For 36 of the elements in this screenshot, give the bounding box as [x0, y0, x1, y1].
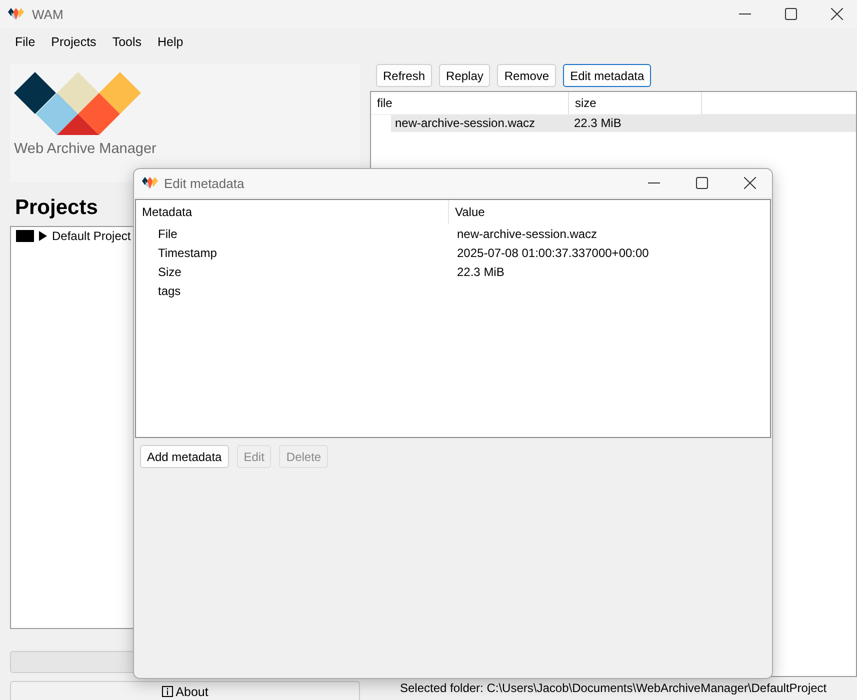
window-title: WAM [32, 6, 64, 22]
app-logo-icon [8, 6, 24, 22]
close-icon[interactable] [744, 177, 756, 189]
about-button[interactable]: About [10, 681, 360, 700]
dialog-title: Edit metadata [164, 176, 246, 190]
table-cell-text: File [157, 226, 178, 240]
toolbar-button[interactable]: Edit metadata [563, 64, 652, 87]
table-cell-text: Timestamp [157, 246, 218, 260]
table-cell: 2025-07-08 01:00:37.337000+00:00 [457, 246, 649, 260]
collapsed-arrow-icon[interactable] [38, 231, 48, 241]
app-name: Web Archive Manager [14, 141, 158, 157]
tree-item[interactable]: Default Project [52, 229, 131, 243]
table-cell-text: new-archive-session.wacz [394, 116, 536, 130]
table-cell-text: 22.3 MiB [573, 116, 622, 130]
table-cell: new-archive-session.wacz [457, 226, 598, 240]
toolbar-button[interactable]: Replay [439, 64, 490, 87]
status-text: Selected folder: C:\Users\Jacob\Documents\WebArchiveManager\DefaultProject [399, 680, 828, 695]
menu-item[interactable]: File [7, 35, 44, 49]
menu-item[interactable]: Projects [43, 35, 104, 49]
table-cell-text: Size [157, 264, 182, 278]
toolbar-button[interactable]: Refresh [376, 64, 432, 87]
close-icon[interactable] [831, 8, 843, 20]
dialog-button[interactable]: Add metadata [140, 445, 229, 468]
menu-item[interactable]: Tools [104, 35, 150, 49]
info-icon [162, 686, 173, 697]
toolbar-button[interactable]: Remove [497, 64, 556, 87]
table-cell: 22.3 MiB [457, 264, 504, 278]
column-header[interactable]: Metadata [136, 205, 192, 219]
maximize-icon[interactable] [696, 177, 708, 189]
app-logo-icon [142, 175, 158, 191]
maximize-icon[interactable] [785, 8, 797, 20]
projects-heading: Projects [15, 196, 98, 220]
menu-item[interactable]: Help [150, 35, 192, 49]
folder-icon [16, 230, 34, 242]
column-header[interactable]: Value [449, 205, 485, 219]
table-cell-text: tags [157, 284, 182, 298]
